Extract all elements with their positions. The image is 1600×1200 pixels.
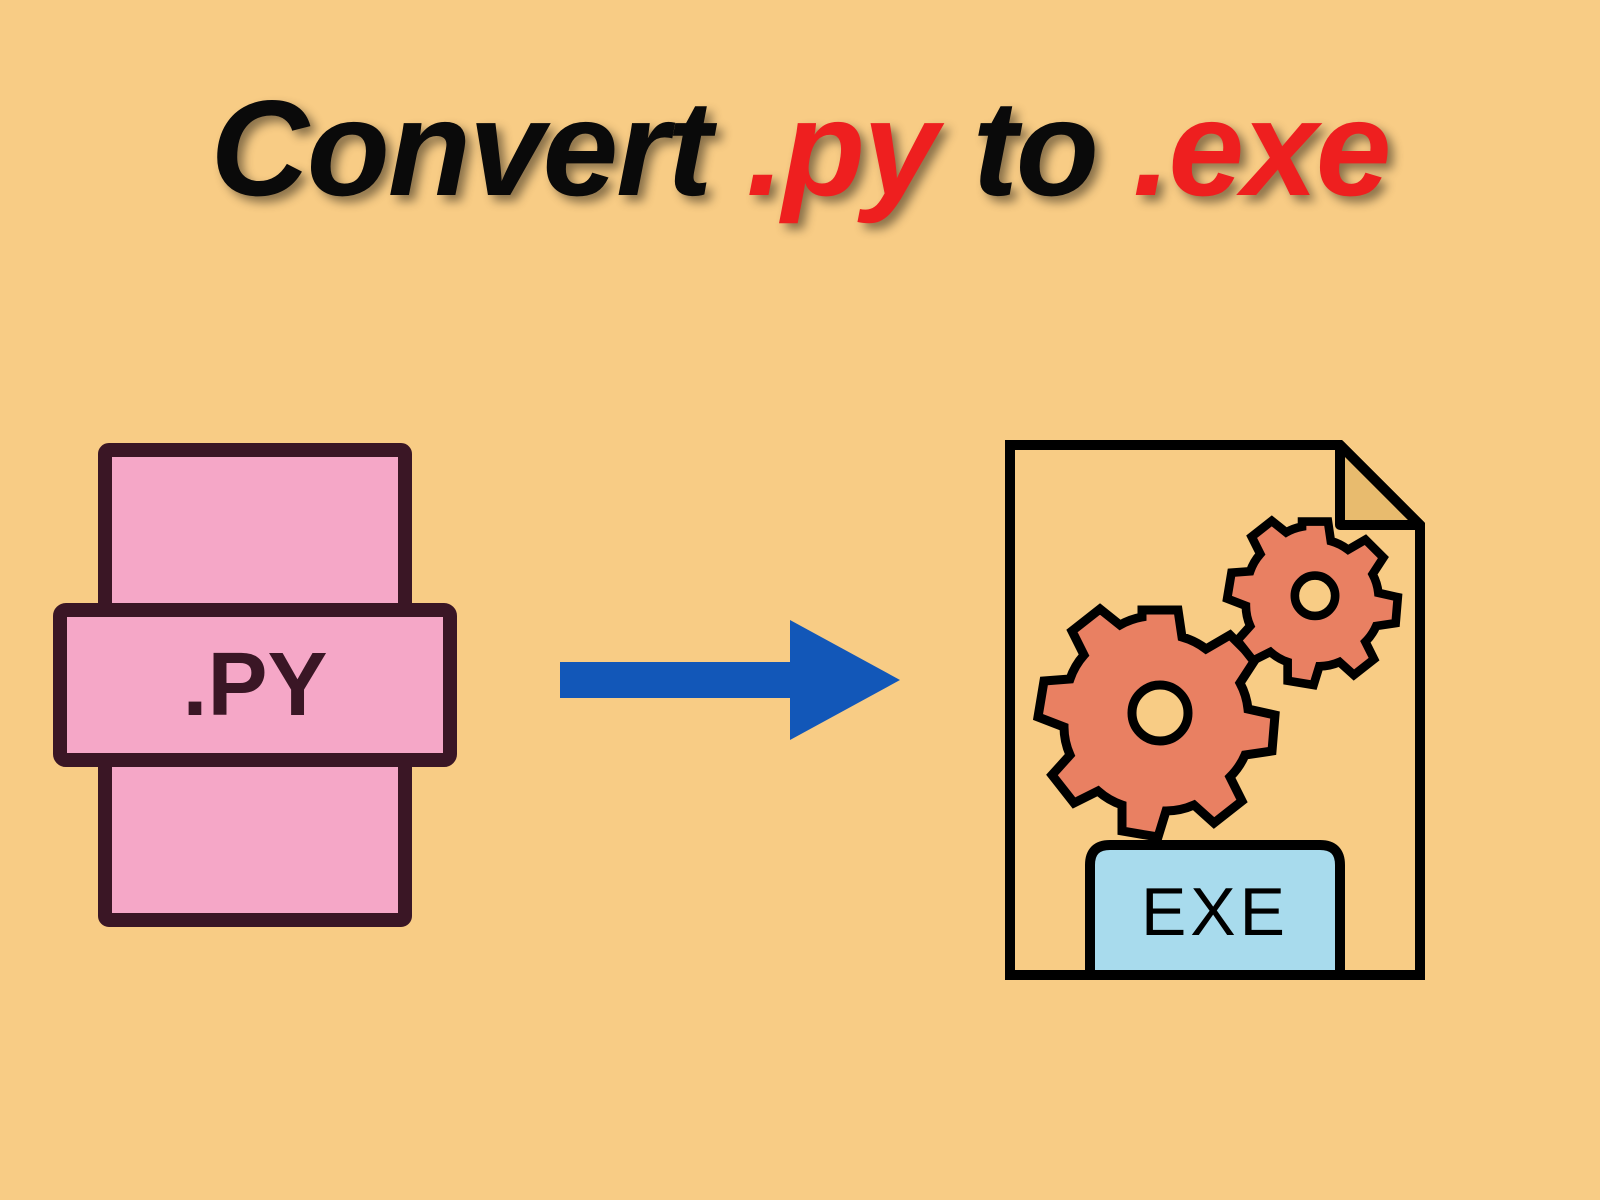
gear-small-icon [1227,521,1398,685]
exe-label-text: EXE [1141,874,1289,950]
title-word-py: .py [746,72,937,224]
title-word-to: to [973,72,1097,224]
exe-file-icon: EXE [1000,435,1430,990]
title-word-exe: .exe [1133,72,1390,224]
title-word-convert: Convert [211,72,711,224]
arrow-icon [560,620,900,745]
page-title: Convert .py to .exe [0,70,1600,226]
py-file-icon: .PY [50,440,460,935]
py-label-text: .PY [182,635,327,735]
